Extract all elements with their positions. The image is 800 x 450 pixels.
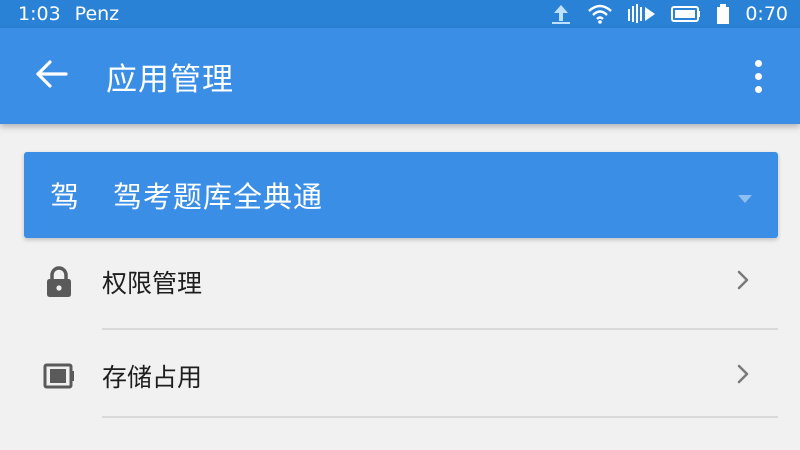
more-vert-icon-dot [754, 59, 762, 67]
list-divider [102, 416, 778, 418]
more-options-button[interactable] [738, 46, 778, 106]
arrow-back-icon [35, 59, 69, 93]
page-title: 应用管理 [106, 61, 234, 98]
list-item-permission-management[interactable]: 权限管理 [0, 236, 800, 328]
app-bar: 应用管理 [0, 28, 800, 124]
status-battery-text: 0:70 [745, 3, 788, 25]
signal-icon [627, 3, 657, 25]
more-vert-icon-dot [754, 85, 762, 93]
status-left: 1:03 Penz [18, 3, 119, 25]
app-name: 驾考题库全典通 [113, 180, 324, 214]
chevron-right-icon [736, 363, 750, 389]
status-right: 0:70 [549, 3, 788, 25]
app-icon: 驾 [50, 180, 80, 214]
list-item-label: 权限管理 [102, 269, 203, 298]
back-button[interactable] [22, 46, 82, 106]
battery-icon [671, 4, 701, 24]
more-vert-icon-dot [754, 72, 762, 80]
wifi-icon [587, 3, 613, 25]
status-bar: 1:03 Penz 0:70 [0, 0, 800, 28]
chevron-right-icon [736, 269, 750, 295]
upload-icon [549, 3, 573, 25]
app-management-screen: 1:03 Penz 0:70 应用管理 驾 驾考题库全典通 权限管理 存储占用 [0, 0, 800, 450]
dropdown-caret-icon [736, 190, 754, 209]
status-time: 1:03 [18, 3, 61, 25]
app-selector-dropdown[interactable]: 驾 驾考题库全典通 [24, 152, 778, 238]
lock-icon [42, 265, 76, 299]
status-carrier: Penz [74, 3, 120, 25]
list-item-storage-usage[interactable]: 存储占用 [0, 330, 800, 422]
storage-icon [42, 359, 76, 393]
sim-icon [715, 3, 731, 25]
list-item-label: 存储占用 [102, 363, 203, 392]
